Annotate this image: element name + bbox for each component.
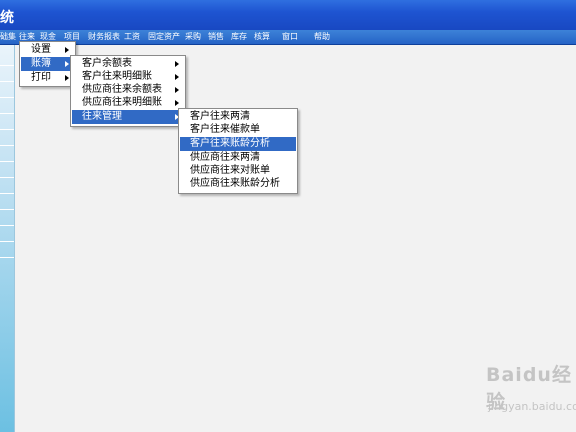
menu-item-wanglai-management[interactable]: 往来管理	[72, 110, 184, 124]
panel-divider	[0, 145, 14, 146]
submenu-arrow-icon	[65, 75, 69, 81]
menu-purchase[interactable]: 采购	[185, 31, 201, 43]
menu-item-supplier-detail[interactable]: 供应商往来明细账	[72, 96, 184, 110]
menu-item-customer-detail[interactable]: 客户往来明细账	[72, 70, 184, 84]
ledger-submenu: 客户余额表 客户往来明细账 供应商往来余额表 供应商往来明细账 往来管理	[70, 55, 186, 127]
menu-financial-report[interactable]: 财务报表	[88, 31, 120, 43]
menu-help[interactable]: 帮助	[314, 31, 330, 43]
submenu-arrow-icon	[175, 100, 179, 106]
menu-item-customer-dunning[interactable]: 客户往来催款单	[180, 123, 296, 137]
menu-basic[interactable]: 础集	[0, 31, 16, 43]
menu-item-settings[interactable]: 设置	[21, 43, 74, 57]
panel-divider	[0, 161, 14, 162]
menu-sales[interactable]: 销售	[208, 31, 224, 43]
window-title: 统	[0, 10, 14, 26]
panel-divider	[0, 193, 14, 194]
submenu-arrow-icon	[175, 61, 179, 67]
menu-item-supplier-balance[interactable]: 供应商往来余额表	[72, 83, 184, 97]
baidu-jingyan-watermark: Baidu经验 jingyan.baidu.com	[486, 360, 576, 430]
panel-divider	[0, 81, 14, 82]
menu-item-customer-balance[interactable]: 客户余额表	[72, 57, 184, 71]
wanglai-management-submenu: 客户往来两清 客户往来催款单 客户往来账龄分析 供应商往来两清 供应商往来对账单…	[178, 108, 298, 194]
panel-divider	[0, 177, 14, 178]
menu-inventory[interactable]: 库存	[231, 31, 247, 43]
submenu-arrow-icon	[175, 74, 179, 80]
menu-item-supplier-clearing[interactable]: 供应商往来两清	[180, 151, 296, 165]
panel-divider	[0, 129, 14, 130]
menu-accounting[interactable]: 核算	[254, 31, 270, 43]
menu-item-print[interactable]: 打印	[21, 71, 74, 85]
submenu-arrow-icon	[65, 47, 69, 53]
menu-item-supplier-aging[interactable]: 供应商往来账龄分析	[180, 177, 296, 191]
submenu-arrow-icon	[175, 87, 179, 93]
menu-bar: 础集 往来 现金 项目 财务报表 工资 固定资产 采购 销售 库存 核算 窗口 …	[0, 30, 576, 45]
watermark-url: jingyan.baidu.com	[488, 400, 576, 413]
panel-divider	[0, 257, 14, 258]
panel-divider	[0, 65, 14, 66]
menu-fixed-assets[interactable]: 固定资产	[148, 31, 180, 43]
panel-divider	[0, 225, 14, 226]
panel-divider	[0, 113, 14, 114]
title-bar: 统	[0, 0, 576, 30]
left-side-panel	[0, 45, 15, 432]
submenu-arrow-icon	[65, 61, 69, 67]
panel-divider	[0, 241, 14, 242]
panel-divider	[0, 209, 14, 210]
menu-item-ledger[interactable]: 账簿	[21, 57, 74, 71]
menu-item-customer-clearing[interactable]: 客户往来两清	[180, 110, 296, 124]
menu-window[interactable]: 窗口	[282, 31, 298, 43]
menu-item-supplier-statement[interactable]: 供应商往来对账单	[180, 164, 296, 178]
panel-divider	[0, 97, 14, 98]
menu-item-customer-aging[interactable]: 客户往来账龄分析	[180, 137, 296, 151]
wanglai-dropdown-menu: 设置 账簿 打印	[19, 41, 76, 87]
menu-salary[interactable]: 工资	[124, 31, 140, 43]
